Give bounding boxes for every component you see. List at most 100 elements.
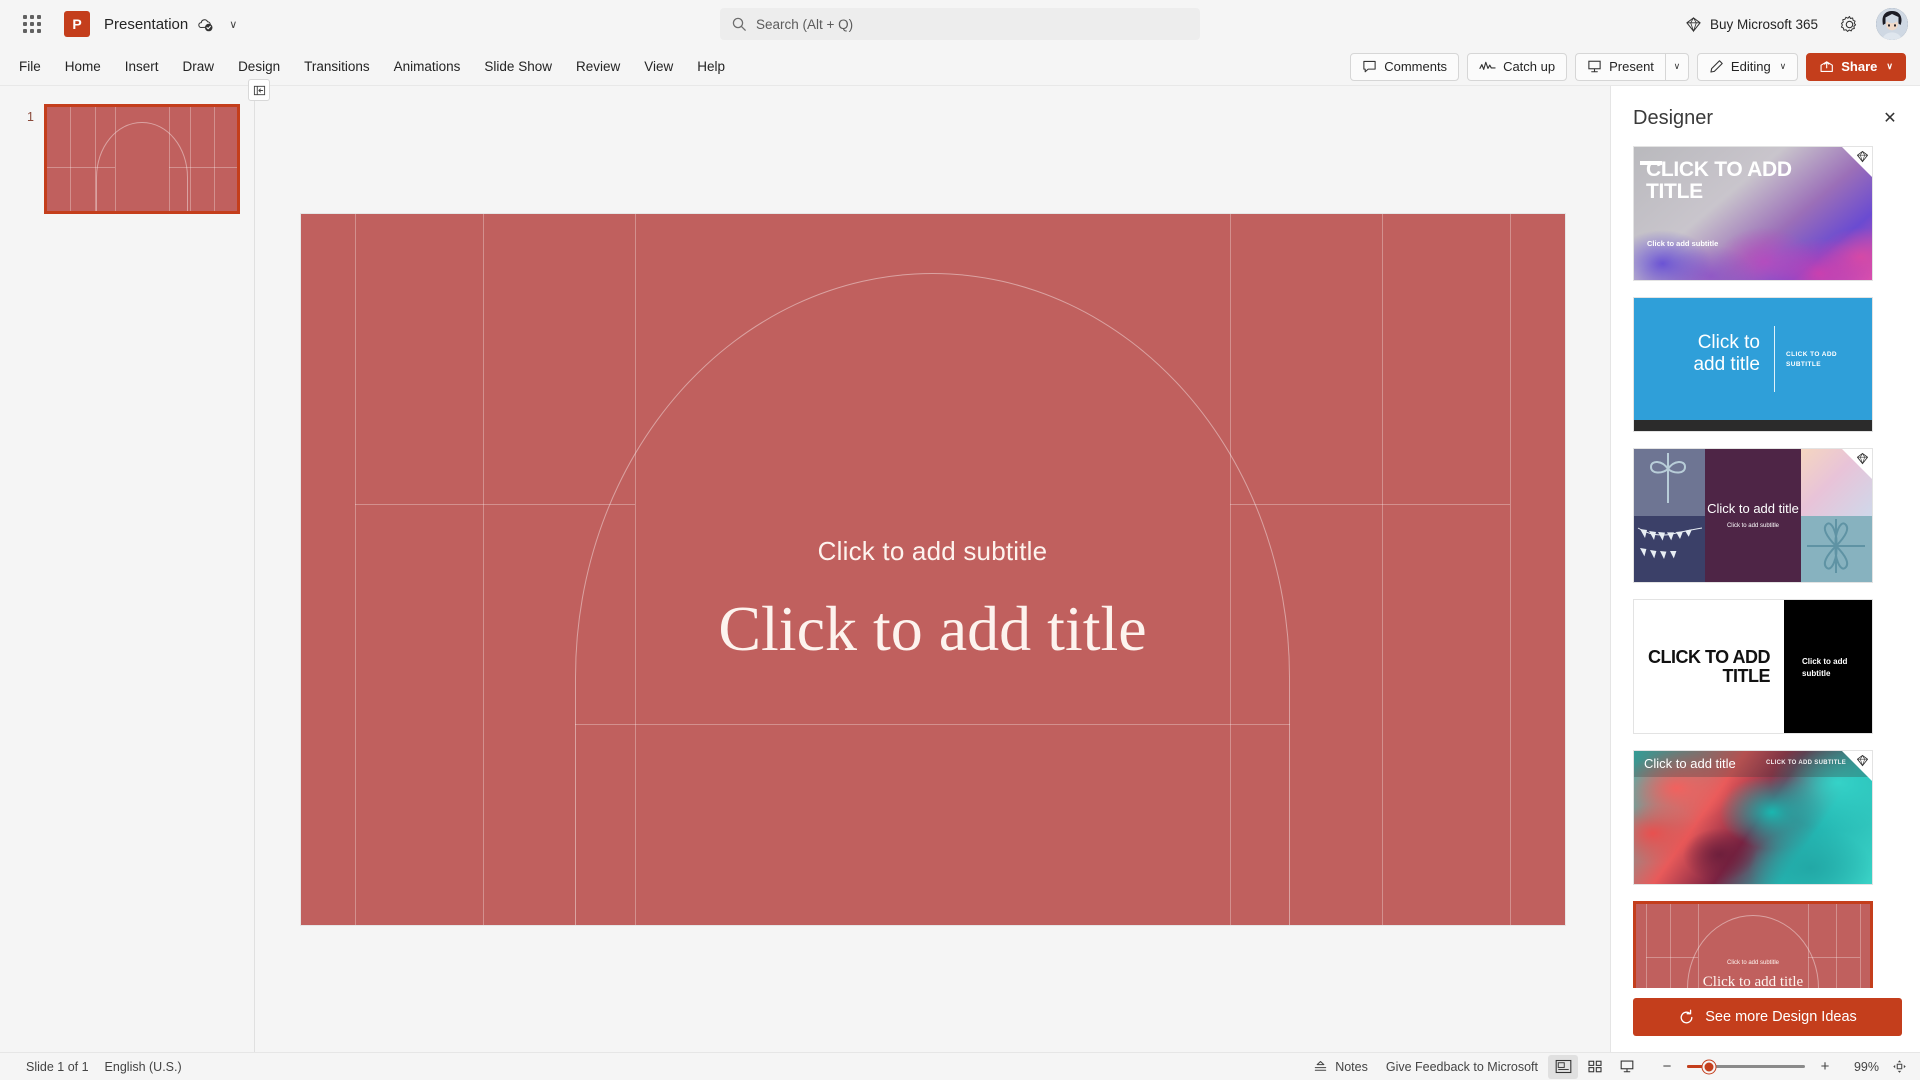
slide-title-placeholder[interactable]: Click to add title bbox=[301, 593, 1565, 664]
search-input[interactable] bbox=[756, 16, 1189, 32]
gift-panel bbox=[1800, 515, 1872, 582]
catch-up-button[interactable]: Catch up bbox=[1467, 52, 1568, 81]
powerpoint-icon: P bbox=[64, 11, 90, 37]
design-idea-card-blue-divider[interactable]: Click to add title CLICK TO ADD SUBTITLE bbox=[1633, 297, 1873, 432]
celebration-title-panel: Click to add title Click to add subtitle bbox=[1705, 449, 1801, 582]
comment-icon bbox=[1363, 60, 1376, 73]
share-icon bbox=[1820, 61, 1834, 72]
zoom-in-button[interactable]: + bbox=[1814, 1056, 1836, 1078]
app-launcher-button[interactable] bbox=[12, 4, 52, 44]
designer-pane: Designer ✕ CLICK TO ADD TITLE Click to a… bbox=[1610, 86, 1920, 1052]
slide-thumbnail-pane: 1 bbox=[0, 79, 270, 1052]
slide-editor[interactable]: Click to add subtitle Click to add title bbox=[300, 213, 1565, 925]
tab-transitions[interactable]: Transitions bbox=[293, 53, 381, 80]
search-box[interactable] bbox=[720, 8, 1200, 40]
zoom-control: − + 99% bbox=[1656, 1056, 1910, 1078]
avatar-image bbox=[1876, 8, 1908, 40]
zoom-out-button[interactable]: − bbox=[1656, 1056, 1678, 1078]
slide-thumbnail-1[interactable] bbox=[44, 104, 240, 214]
catch-up-label: Catch up bbox=[1503, 59, 1556, 74]
tab-slide-show[interactable]: Slide Show bbox=[473, 53, 563, 80]
catch-up-icon bbox=[1479, 61, 1496, 70]
tab-file[interactable]: File bbox=[8, 53, 52, 80]
tab-help[interactable]: Help bbox=[686, 53, 736, 80]
present-dropdown-chevron-icon[interactable]: ∨ bbox=[1664, 52, 1689, 81]
design-idea-card-terracotta-arch[interactable]: Click to add subtitle Click to add title bbox=[1633, 901, 1873, 988]
vertical-divider bbox=[1774, 326, 1775, 392]
design-card-subtitle: Click to add subtitle bbox=[1647, 239, 1719, 248]
design-card-subtitle: Click to add subtitle bbox=[1726, 960, 1780, 966]
share-button[interactable]: Share ∨ bbox=[1806, 52, 1906, 81]
diamond-icon bbox=[1857, 754, 1868, 767]
premium-badge bbox=[1842, 147, 1872, 177]
present-screen-icon bbox=[1588, 60, 1601, 73]
slide-subtitle-placeholder[interactable]: Click to add subtitle bbox=[301, 536, 1565, 567]
saved-to-cloud-icon[interactable] bbox=[196, 15, 214, 33]
feedback-button[interactable]: Give Feedback to Microsoft bbox=[1378, 1056, 1546, 1078]
diamond-icon bbox=[1686, 16, 1701, 32]
premium-badge bbox=[1842, 751, 1872, 781]
fit-to-window-button[interactable] bbox=[1888, 1056, 1910, 1078]
document-title[interactable]: Presentation bbox=[104, 16, 188, 33]
zoom-slider-handle[interactable] bbox=[1702, 1060, 1716, 1073]
title-chevron-down-icon[interactable]: ∨ bbox=[224, 18, 242, 31]
design-card-subtitle: Click to add subtitle bbox=[1802, 657, 1848, 678]
share-label: Share bbox=[1841, 59, 1878, 74]
design-idea-card-celebration[interactable]: Click to add title Click to add subtitle bbox=[1633, 448, 1873, 583]
present-split-button: Present ∨ bbox=[1575, 52, 1689, 81]
notes-icon bbox=[1314, 1060, 1327, 1071]
present-label: Present bbox=[1609, 59, 1654, 74]
collapse-pane-icon bbox=[253, 85, 265, 95]
status-bar: Slide 1 of 1 English (U.S.) Notes Give F… bbox=[0, 1052, 1920, 1080]
design-card-title: CLICK TO ADD TITLE bbox=[1646, 158, 1792, 204]
tab-design[interactable]: Design bbox=[227, 53, 291, 80]
collapse-thumbnail-pane-button[interactable] bbox=[248, 79, 270, 101]
tab-draw[interactable]: Draw bbox=[172, 53, 226, 80]
account-avatar[interactable] bbox=[1876, 8, 1908, 40]
comments-button[interactable]: Comments bbox=[1350, 52, 1460, 81]
tab-animations[interactable]: Animations bbox=[383, 53, 472, 80]
design-idea-card-bold-bw[interactable]: CLICK TO ADD TITLE Click to add subtitle bbox=[1633, 599, 1873, 734]
title-bar: P Presentation ∨ Buy Microsoft 365 bbox=[0, 0, 1920, 48]
design-card-title: Click to add title bbox=[1702, 974, 1804, 988]
editing-mode-button[interactable]: Editing ∨ bbox=[1696, 52, 1799, 81]
gear-icon bbox=[1840, 15, 1856, 32]
design-card-title: Click to add title bbox=[1644, 756, 1736, 771]
thumbnail-artwork bbox=[47, 107, 237, 211]
zoom-level-label[interactable]: 99% bbox=[1845, 1060, 1879, 1074]
tab-review[interactable]: Review bbox=[565, 53, 631, 80]
tab-insert[interactable]: Insert bbox=[114, 53, 170, 80]
reading-view-button[interactable] bbox=[1612, 1055, 1642, 1079]
workspace: 1 Click to add subtitle Click to add tit… bbox=[0, 79, 1920, 1052]
language-status[interactable]: English (U.S.) bbox=[97, 1056, 190, 1078]
normal-view-icon bbox=[1555, 1059, 1571, 1074]
premium-badge bbox=[1842, 449, 1872, 479]
slide-sorter-view-button[interactable] bbox=[1580, 1055, 1610, 1079]
tab-view[interactable]: View bbox=[633, 53, 684, 80]
normal-view-button[interactable] bbox=[1548, 1054, 1578, 1079]
design-idea-card-marble[interactable]: Click to add title CLICK TO ADD SUBTITLE bbox=[1633, 750, 1873, 885]
design-card-subtitle: Click to add subtitle bbox=[1726, 523, 1779, 529]
design-ideas-list[interactable]: CLICK TO ADD TITLE Click to add subtitle… bbox=[1611, 146, 1920, 988]
ribbon-bar: File Home Insert Draw Design Transitions… bbox=[0, 48, 1920, 86]
tab-home[interactable]: Home bbox=[54, 53, 112, 80]
designer-footer: See more Design Ideas bbox=[1611, 988, 1920, 1052]
slide-count-status[interactable]: Slide 1 of 1 bbox=[18, 1056, 97, 1078]
design-card-title: CLICK TO ADD TITLE bbox=[1648, 647, 1771, 686]
title-bar-right-group: Buy Microsoft 365 bbox=[1675, 7, 1908, 41]
notes-button[interactable]: Notes bbox=[1305, 1056, 1376, 1078]
status-bar-right-group: Notes Give Feedback to Microsoft − + 99% bbox=[1305, 1054, 1910, 1079]
design-idea-card-watercolor[interactable]: CLICK TO ADD TITLE Click to add subtitle bbox=[1633, 146, 1873, 281]
see-more-label: See more Design Ideas bbox=[1705, 1009, 1857, 1025]
close-designer-button[interactable]: ✕ bbox=[1876, 104, 1904, 132]
buy-microsoft-365-button[interactable]: Buy Microsoft 365 bbox=[1675, 10, 1828, 39]
designer-title: Designer bbox=[1633, 106, 1714, 129]
ribbon-bow-icon bbox=[1649, 453, 1687, 503]
settings-button[interactable] bbox=[1832, 7, 1866, 41]
pencil-icon bbox=[1710, 60, 1723, 73]
present-button[interactable]: Present bbox=[1575, 52, 1665, 81]
see-more-design-ideas-button[interactable]: See more Design Ideas bbox=[1633, 998, 1902, 1036]
thumbnail-row: 1 bbox=[0, 79, 270, 214]
zoom-slider[interactable] bbox=[1687, 1060, 1805, 1073]
ribbon-actions: Comments Catch up Present ∨ Editing ∨ Sh… bbox=[1350, 52, 1906, 81]
